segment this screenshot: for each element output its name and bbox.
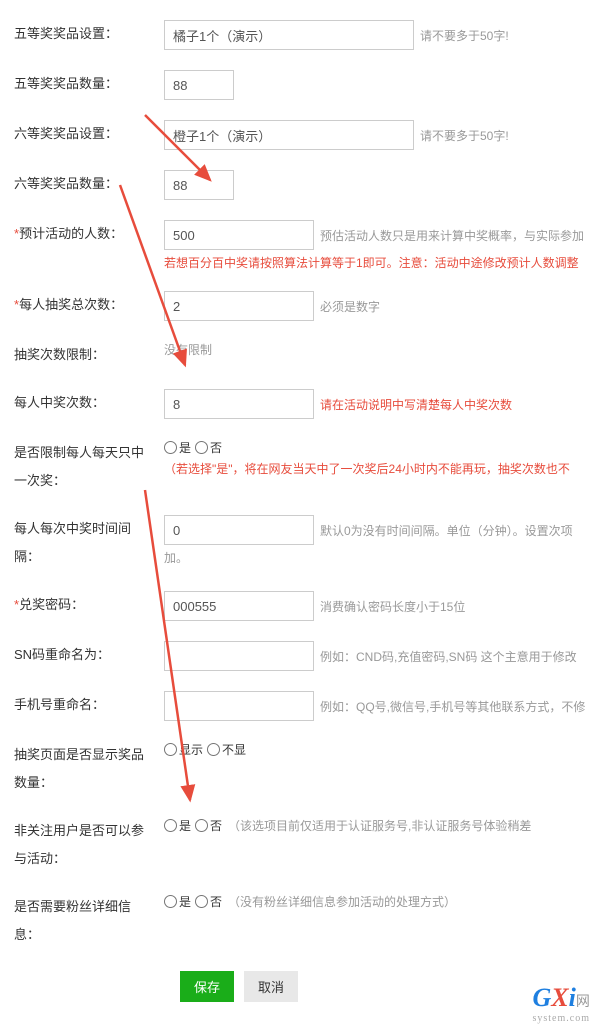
row-show-qty: 抽奖页面是否显示奖品数量： 显示 不显 xyxy=(0,731,600,807)
site-logo: GXi网 system.com xyxy=(533,983,591,1024)
radios-need-detail: 是 否 xyxy=(164,893,222,910)
radio-nonfollow-yes[interactable]: 是 xyxy=(164,817,191,834)
hint-redeem-pwd: 消费确认密码长度小于15位 xyxy=(320,598,465,615)
input-phone-rename[interactable] xyxy=(164,691,314,721)
hint-prize6-setting: 请不要多于50字! xyxy=(420,127,509,144)
row-phone-rename: 手机号重命名： 例如：QQ号,微信号,手机号等其他联系方式，不修 xyxy=(0,681,600,731)
row-expected-people: *预计活动的人数： 预估活动人数只是用来计算中奖概率，与实际参加 若想百分百中奖… xyxy=(0,210,600,281)
input-prize6-setting[interactable] xyxy=(164,120,414,150)
label-prize5-qty: 五等奖奖品数量： xyxy=(14,70,164,98)
label-sn-rename: SN码重命名为： xyxy=(14,641,164,669)
hint-prize5-setting: 请不要多于50字! xyxy=(420,27,509,44)
radio-show-yes[interactable]: 显示 xyxy=(164,741,203,758)
row-prize6-setting: 六等奖奖品设置： 请不要多于50字! xyxy=(0,110,600,160)
input-expected-people[interactable] xyxy=(164,220,314,250)
row-redeem-pwd: *兑奖密码： 消费确认密码长度小于15位 xyxy=(0,581,600,631)
row-prize5-qty: 五等奖奖品数量： xyxy=(0,60,600,110)
row-draw-limit: 抽奖次数限制： 没有限制 xyxy=(0,331,600,379)
radio-nonfollow-no[interactable]: 否 xyxy=(195,817,222,834)
radio-detail-yes[interactable]: 是 xyxy=(164,893,191,910)
label-need-detail: 是否需要粉丝详细信息： xyxy=(14,893,164,949)
warn-win-count: 请在活动说明中写清楚每人中奖次数 xyxy=(320,396,512,413)
row-prize5-setting: 五等奖奖品设置： 请不要多于50字! xyxy=(0,10,600,60)
radio-detail-no[interactable]: 否 xyxy=(195,893,222,910)
label-nonfollow: 非关注用户是否可以参与活动： xyxy=(14,817,164,873)
row-prize6-qty: 六等奖奖品数量： xyxy=(0,160,600,210)
hint-expected-people: 预估活动人数只是用来计算中奖概率，与实际参加 xyxy=(320,227,584,244)
button-row: 保存 取消 xyxy=(0,959,600,1012)
warn-daily-limit: （若选择"是"，将在网友当天中了一次奖后24小时内不能再玩，抽奖次数也不 xyxy=(164,460,600,477)
radio-daily-yes[interactable]: 是 xyxy=(164,439,191,456)
radios-nonfollow: 是 否 xyxy=(164,817,222,834)
label-show-qty: 抽奖页面是否显示奖品数量： xyxy=(14,741,164,797)
input-prize6-qty[interactable] xyxy=(164,170,234,200)
radio-show-no[interactable]: 不显 xyxy=(207,741,246,758)
row-need-detail: 是否需要粉丝详细信息： 是 否 （没有粉丝详细信息参加活动的处理方式） xyxy=(0,883,600,959)
warn-expected-people: 若想百分百中奖请按照算法计算等于1即可。注意：活动中途修改预计人数调整 xyxy=(164,254,600,271)
text-draw-limit: 没有限制 xyxy=(164,341,212,358)
hint-draw-total: 必须是数字 xyxy=(320,298,380,315)
label-phone-rename: 手机号重命名： xyxy=(14,691,164,719)
label-win-count: 每人中奖次数： xyxy=(14,389,164,417)
settings-form: 五等奖奖品设置： 请不要多于50字! 五等奖奖品数量： 六等奖奖品设置： 请不要… xyxy=(0,0,600,1032)
label-draw-total: *每人抽奖总次数： xyxy=(14,291,164,319)
input-redeem-pwd[interactable] xyxy=(164,591,314,621)
label-draw-limit: 抽奖次数限制： xyxy=(14,341,164,369)
input-draw-total[interactable] xyxy=(164,291,314,321)
input-prize5-setting[interactable] xyxy=(164,20,414,50)
label-daily-limit: 是否限制每人每天只中一次奖： xyxy=(14,439,164,495)
hint-need-detail: （没有粉丝详细信息参加活动的处理方式） xyxy=(228,893,456,910)
hint-phone-rename: 例如：QQ号,微信号,手机号等其他联系方式，不修 xyxy=(320,698,585,715)
label-prize5-setting: 五等奖奖品设置： xyxy=(14,20,164,48)
label-prize6-qty: 六等奖奖品数量： xyxy=(14,170,164,198)
label-prize6-setting: 六等奖奖品设置： xyxy=(14,120,164,148)
input-win-count[interactable] xyxy=(164,389,314,419)
cancel-button[interactable]: 取消 xyxy=(244,971,298,1002)
label-win-interval: 每人每次中奖时间间隔： xyxy=(14,515,164,571)
save-button[interactable]: 保存 xyxy=(180,971,234,1002)
hint-nonfollow: （该选项目前仅适用于认证服务号,非认证服务号体验稍差 xyxy=(228,817,531,834)
label-redeem-pwd: *兑奖密码： xyxy=(14,591,164,619)
row-sn-rename: SN码重命名为： 例如：CND码,充值密码,SN码 这个主意用于修改 xyxy=(0,631,600,681)
radios-show-qty: 显示 不显 xyxy=(164,741,246,758)
row-win-interval: 每人每次中奖时间间隔： 默认0为没有时间间隔。单位（分钟）。设置次项 加。 xyxy=(0,505,600,581)
hint-win-interval: 默认0为没有时间间隔。单位（分钟）。设置次项 xyxy=(320,522,573,539)
radios-daily-limit: 是 否 xyxy=(164,439,600,456)
input-prize5-qty[interactable] xyxy=(164,70,234,100)
row-draw-total: *每人抽奖总次数： 必须是数字 xyxy=(0,281,600,331)
hint-sn-rename: 例如：CND码,充值密码,SN码 这个主意用于修改 xyxy=(320,648,577,665)
row-win-count: 每人中奖次数： 请在活动说明中写清楚每人中奖次数 xyxy=(0,379,600,429)
label-expected-people: *预计活动的人数： xyxy=(14,220,164,248)
row-nonfollow: 非关注用户是否可以参与活动： 是 否 （该选项目前仅适用于认证服务号,非认证服务… xyxy=(0,807,600,883)
row-daily-limit: 是否限制每人每天只中一次奖： 是 否 （若选择"是"，将在网友当天中了一次奖后2… xyxy=(0,429,600,505)
input-win-interval[interactable] xyxy=(164,515,314,545)
input-sn-rename[interactable] xyxy=(164,641,314,671)
radio-daily-no[interactable]: 否 xyxy=(195,439,222,456)
hint2-win-interval: 加。 xyxy=(164,549,600,566)
